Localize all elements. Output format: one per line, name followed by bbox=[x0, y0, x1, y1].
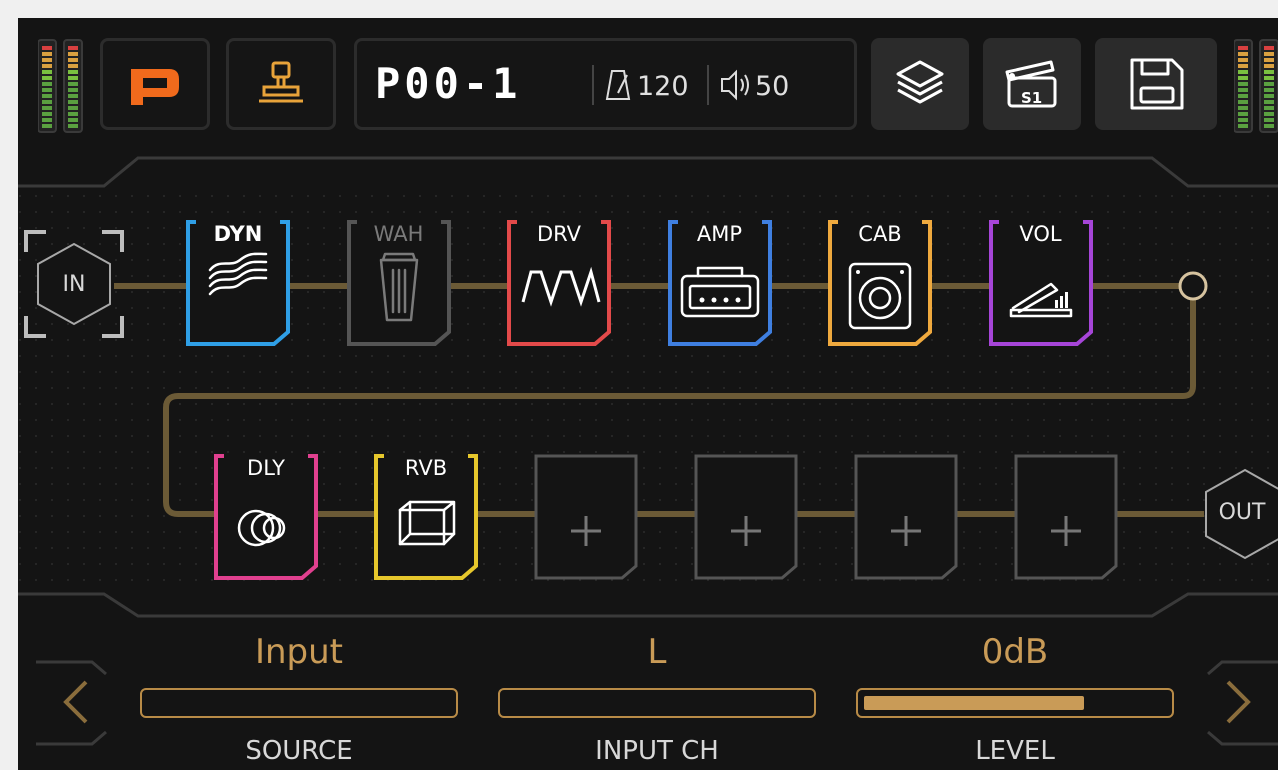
fx-block-dyn[interactable]: DYN bbox=[186, 220, 290, 346]
device-screen: P00-1 120 50 S1 IN OUT DYN WAH DRV AMP C… bbox=[18, 18, 1278, 770]
param-slider[interactable] bbox=[498, 688, 816, 718]
param-value: 0dB bbox=[981, 632, 1049, 672]
param-slider[interactable] bbox=[140, 688, 458, 718]
plus-icon bbox=[854, 454, 958, 580]
prev-page-button[interactable] bbox=[36, 658, 110, 750]
chevron-right-icon bbox=[1207, 660, 1278, 746]
empty-fx-slot[interactable] bbox=[854, 454, 958, 580]
fx-block-label: CAB bbox=[840, 222, 920, 246]
param-slider[interactable] bbox=[856, 688, 1174, 718]
param-name: SOURCE bbox=[245, 736, 353, 766]
input-label: IN bbox=[62, 272, 86, 297]
next-page-button[interactable] bbox=[1204, 658, 1278, 750]
fx-block-label: DRV bbox=[519, 222, 599, 246]
fx-block-dly[interactable]: DLY bbox=[214, 454, 318, 580]
fx-block-label: VOL bbox=[1000, 222, 1081, 246]
output-node[interactable]: OUT bbox=[1200, 464, 1278, 564]
chain-junction-node[interactable] bbox=[1178, 271, 1208, 301]
param-slider-fill bbox=[864, 696, 1084, 710]
fx-block-vol[interactable]: VOL bbox=[988, 220, 1093, 346]
output-label: OUT bbox=[1218, 500, 1266, 525]
param-name: INPUT CH bbox=[595, 736, 719, 766]
param-name: LEVEL bbox=[975, 736, 1055, 766]
empty-fx-slot[interactable] bbox=[694, 454, 798, 580]
fx-block-wah[interactable]: WAH bbox=[346, 220, 451, 346]
fx-block-rvb[interactable]: RVB bbox=[374, 454, 478, 580]
chevron-left-icon bbox=[36, 660, 107, 746]
fx-block-label: DYN bbox=[198, 222, 278, 246]
param-value: Input bbox=[254, 632, 344, 672]
fx-block-label: AMP bbox=[679, 222, 760, 246]
fx-block-label: DLY bbox=[226, 456, 306, 480]
fx-block-label: WAH bbox=[358, 222, 439, 246]
empty-fx-slot[interactable] bbox=[534, 454, 638, 580]
param-value: L bbox=[647, 632, 667, 672]
plus-icon bbox=[534, 454, 638, 580]
fx-block-drv[interactable]: DRV bbox=[507, 220, 611, 346]
fx-block-cab[interactable]: CAB bbox=[828, 220, 932, 346]
empty-fx-slot[interactable] bbox=[1014, 454, 1118, 580]
plus-icon bbox=[694, 454, 798, 580]
fx-block-label: RVB bbox=[386, 456, 466, 480]
plus-icon bbox=[1014, 454, 1118, 580]
fx-block-amp[interactable]: AMP bbox=[667, 220, 772, 346]
input-node[interactable]: IN bbox=[22, 222, 126, 346]
